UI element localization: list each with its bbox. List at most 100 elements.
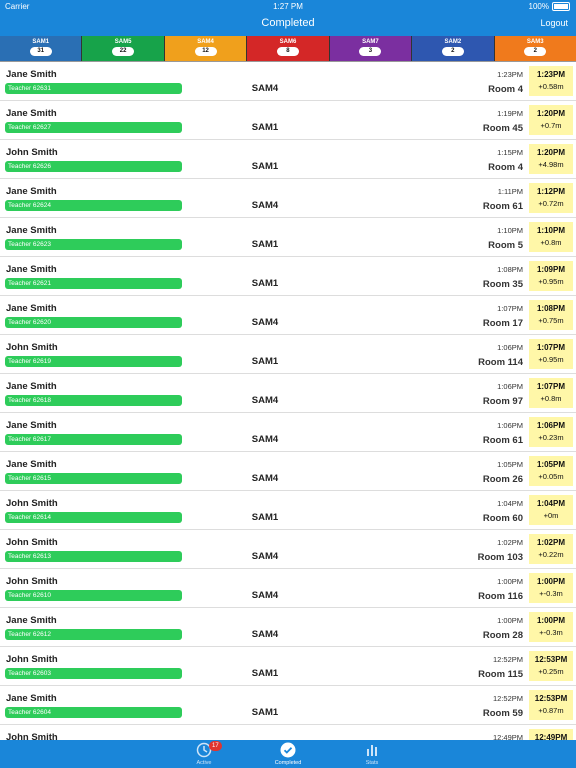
room-label: Room 45: [482, 123, 523, 134]
filter-sam1[interactable]: SAM1 31: [0, 36, 83, 61]
filter-label: SAM1: [32, 39, 50, 45]
room-label: Room 17: [482, 318, 523, 329]
completed-time: 1:04PM: [536, 499, 565, 508]
filter-count: 22: [112, 47, 135, 56]
nav-bar: Completed Logout: [0, 13, 576, 36]
filter-count: 8: [276, 47, 299, 56]
filter-label: SAM4: [197, 39, 214, 45]
request-time: 12:52PM: [492, 655, 523, 664]
logout-button[interactable]: Logout: [540, 18, 568, 28]
list-item[interactable]: Jane Smith Teacher 62618 SAM4 1:06PM Room 97…: [0, 374, 576, 413]
time-delta: +0m: [543, 511, 559, 520]
status-bar: Carrier 1:27 PM 100%: [0, 0, 576, 13]
student-name: Jane Smith: [6, 693, 57, 704]
list-item[interactable]: Jane Smith Teacher 62631 SAM4 1:23PM Room 4 1…: [0, 62, 576, 101]
list-item[interactable]: John Smith Teacher 62614 SAM1 1:04PM Room 60…: [0, 491, 576, 530]
teacher-tag: Teacher 62610: [5, 590, 182, 601]
completed-list[interactable]: Jane Smith Teacher 62631 SAM4 1:23PM Room 4 1…: [0, 62, 576, 740]
request-time: 1:11PM: [497, 187, 523, 196]
teacher-tag: Teacher 62613: [5, 551, 182, 562]
completed-time: 1:00PM: [536, 577, 565, 586]
list-item[interactable]: John Smith Teacher 62619 SAM1 1:06PM Room 11…: [0, 335, 576, 374]
completion-box: 1:00PM +-0.3m: [529, 573, 573, 603]
page-title: Completed: [261, 17, 315, 29]
filter-label: SAM3: [526, 39, 544, 45]
request-time: 1:15PM: [497, 148, 523, 157]
active-count-badge: 17: [209, 741, 222, 751]
student-name: John Smith: [6, 147, 58, 158]
sam-label: SAM1: [251, 668, 279, 679]
filter-count: 2: [441, 47, 464, 56]
list-item[interactable]: Jane Smith Teacher 62620 SAM4 1:07PM Room 17…: [0, 296, 576, 335]
room-label: Room 4: [488, 162, 523, 173]
request-time: 12:52PM: [492, 694, 523, 703]
teacher-tag: Teacher 62619: [5, 356, 182, 367]
list-item[interactable]: John Smith Teacher 62610 SAM4 1:00PM Room 11…: [0, 569, 576, 608]
time-delta: +0.8m: [540, 394, 562, 403]
student-name: Jane Smith: [6, 264, 57, 275]
sam-label: SAM4: [251, 200, 279, 211]
filter-sam3[interactable]: SAM3 2: [494, 36, 576, 61]
teacher-tag: Teacher 62631: [5, 83, 182, 94]
completed-time: 12:49PM: [534, 733, 568, 740]
completed-time: 1:08PM: [536, 304, 565, 313]
list-item[interactable]: John Smith Teacher 62626 SAM1 1:15PM Room 4 1…: [0, 140, 576, 179]
filter-label: SAM2: [444, 39, 462, 45]
completed-time: 12:53PM: [534, 694, 568, 703]
student-name: Jane Smith: [6, 420, 57, 431]
filter-label: SAM6: [279, 39, 297, 45]
list-item[interactable]: John Smith Teacher 62613 SAM4 1:02PM Room 10…: [0, 530, 576, 569]
battery-icon: [552, 2, 570, 11]
filter-label: SAM5: [114, 39, 132, 45]
list-item[interactable]: Jane Smith Teacher 62621 SAM1 1:08PM Room 35…: [0, 257, 576, 296]
room-label: Room 60: [482, 513, 523, 524]
room-label: Room 103: [477, 552, 523, 563]
filter-sam6[interactable]: SAM6 8: [247, 36, 330, 61]
list-item[interactable]: Jane Smith Teacher 62627 SAM1 1:19PM Room 45…: [0, 101, 576, 140]
time-delta: +0.87m: [538, 706, 564, 715]
room-label: Room 28: [482, 630, 523, 641]
student-name: John Smith: [6, 342, 58, 353]
list-item[interactable]: Jane Smith Teacher 62624 SAM4 1:11PM Room 61…: [0, 179, 576, 218]
bar-chart-icon: [367, 745, 377, 756]
student-name: Jane Smith: [6, 459, 57, 470]
completion-box: 1:23PM +0.58m: [529, 66, 573, 96]
filter-count: 12: [194, 47, 217, 56]
completion-box: 12:53PM +0.25m: [529, 651, 573, 681]
tab-label: Active: [196, 760, 212, 766]
time-delta: +0.22m: [538, 550, 564, 559]
list-item[interactable]: Jane Smith Teacher 62612 SAM4 1:00PM Room 28…: [0, 608, 576, 647]
sam-label: SAM4: [251, 83, 279, 94]
room-label: Room 114: [478, 357, 523, 368]
completed-time: 1:02PM: [536, 538, 565, 547]
completed-time: 1:07PM: [536, 343, 565, 352]
list-item[interactable]: John SmithTeacher 62602SAM512:49PMRoom 1…: [0, 725, 576, 740]
list-item[interactable]: Jane Smith Teacher 62617 SAM4 1:06PM Room 61…: [0, 413, 576, 452]
room-label: Room 115: [478, 669, 523, 680]
teacher-tag: Teacher 62623: [5, 239, 182, 250]
request-time: 1:07PM: [497, 304, 523, 313]
time-delta: +-0.3m: [539, 628, 563, 637]
list-item[interactable]: Jane Smith Teacher 62615 SAM4 1:05PM Room 26…: [0, 452, 576, 491]
filter-sam4[interactable]: SAM4 12: [164, 36, 248, 61]
check-circle-icon: [280, 742, 296, 758]
tab-stats[interactable]: Stats: [342, 740, 402, 768]
tab-active[interactable]: 17 Active: [174, 740, 234, 768]
filter-sam7[interactable]: SAM7 3: [329, 36, 413, 61]
request-time: 1:05PM: [497, 460, 523, 469]
time-delta: +0.58m: [538, 82, 564, 91]
time-delta: +0.72m: [538, 199, 564, 208]
room-label: Room 97: [482, 396, 523, 407]
list-item[interactable]: Jane Smith Teacher 62623 SAM1 1:10PM Room 5 1…: [0, 218, 576, 257]
tab-completed[interactable]: Completed: [258, 740, 318, 768]
filter-sam5[interactable]: SAM5 22: [82, 36, 165, 61]
completion-box: 1:05PM +0.05m: [529, 456, 573, 486]
room-label: Room 35: [482, 279, 523, 290]
time-delta: +0.23m: [538, 433, 564, 442]
list-item[interactable]: Jane Smith Teacher 62604 SAM1 12:52PM Room 5…: [0, 686, 576, 725]
filter-sam2[interactable]: SAM2 2: [412, 36, 495, 61]
completed-time: 1:05PM: [536, 460, 565, 469]
filter-label: SAM7: [362, 39, 379, 45]
request-time: 1:06PM: [497, 421, 523, 430]
list-item[interactable]: John Smith Teacher 62603 SAM1 12:52PM Room 1…: [0, 647, 576, 686]
